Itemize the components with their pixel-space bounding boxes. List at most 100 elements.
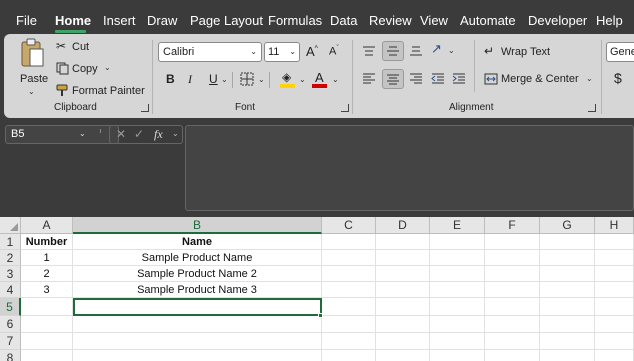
grid-cell[interactable]: [540, 333, 595, 350]
grid-cell[interactable]: [595, 298, 634, 316]
row-header-3[interactable]: 3: [0, 266, 21, 282]
grid-cell[interactable]: [430, 250, 485, 266]
grid-cell[interactable]: [485, 333, 540, 350]
alignment-launcher-icon[interactable]: [588, 104, 596, 112]
grid-cell[interactable]: [376, 266, 430, 282]
grid-cell[interactable]: [73, 350, 322, 361]
font-launcher-icon[interactable]: [341, 104, 349, 112]
grid-cell[interactable]: [540, 250, 595, 266]
grid-cell[interactable]: [73, 316, 322, 333]
cell-b2[interactable]: Sample Product Name: [73, 250, 322, 266]
formula-input[interactable]: [185, 125, 634, 211]
copy-button[interactable]: Copy ⌄: [56, 61, 116, 77]
worksheet-grid[interactable]: A B C D E F G H 1 2 3 4 5 6 7 8 Number N…: [0, 217, 634, 361]
tab-data[interactable]: Data: [330, 13, 357, 28]
column-header-a[interactable]: A: [21, 217, 73, 234]
align-top-icon[interactable]: [362, 45, 376, 57]
grid-cell[interactable]: [21, 350, 73, 361]
format-painter-button[interactable]: Format Painter: [56, 83, 146, 99]
grid-cell[interactable]: [376, 282, 430, 298]
grid-cell[interactable]: [595, 350, 634, 361]
grid-cell[interactable]: [540, 266, 595, 282]
font-name-select[interactable]: Calibri ⌄: [158, 42, 262, 62]
align-center-button[interactable]: [382, 69, 404, 89]
grid-cell[interactable]: [322, 298, 376, 316]
decrease-font-size-icon[interactable]: Aˇ: [329, 45, 339, 58]
paste-button[interactable]: Paste ⌄: [14, 38, 50, 96]
orientation-icon[interactable]: ↗: [431, 42, 442, 55]
tab-automate[interactable]: Automate: [460, 13, 516, 28]
grid-cell[interactable]: [430, 333, 485, 350]
grid-cell[interactable]: [322, 350, 376, 361]
grid-cell[interactable]: [322, 234, 376, 250]
grid-cell[interactable]: [376, 333, 430, 350]
number-format-select[interactable]: Gene: [606, 42, 634, 62]
grid-cell[interactable]: [376, 316, 430, 333]
increase-indent-icon[interactable]: [452, 73, 466, 85]
cell-b3[interactable]: Sample Product Name 2: [73, 266, 322, 282]
column-header-e[interactable]: E: [430, 217, 485, 234]
grid-cell[interactable]: [376, 234, 430, 250]
tab-page-layout[interactable]: Page Layout: [190, 13, 263, 28]
grid-cell[interactable]: [540, 298, 595, 316]
row-header-2[interactable]: 2: [0, 250, 21, 266]
grid-cell[interactable]: [21, 316, 73, 333]
wrap-text-button[interactable]: ↵ Wrap Text: [482, 45, 562, 61]
grid-cell[interactable]: [595, 282, 634, 298]
grid-cell[interactable]: [73, 333, 322, 350]
align-right-icon[interactable]: [409, 73, 423, 85]
grid-cell[interactable]: [540, 234, 595, 250]
cancel-icon[interactable]: ✕: [116, 127, 126, 141]
grid-cell[interactable]: [376, 250, 430, 266]
tab-formulas[interactable]: Formulas: [268, 13, 322, 28]
cell-a3[interactable]: 2: [21, 266, 73, 282]
grid-cell[interactable]: [485, 350, 540, 361]
fill-color-button[interactable]: ◈: [280, 71, 296, 89]
grid-cell[interactable]: [322, 282, 376, 298]
grid-cell[interactable]: [540, 282, 595, 298]
tab-help[interactable]: Help: [596, 13, 623, 28]
select-all-button[interactable]: [0, 217, 21, 234]
grid-cell[interactable]: [322, 316, 376, 333]
borders-icon[interactable]: [240, 72, 254, 86]
grid-cell[interactable]: [595, 333, 634, 350]
grid-cell[interactable]: [540, 350, 595, 361]
insert-function-button[interactable]: fx: [154, 127, 163, 142]
grid-cell[interactable]: [485, 266, 540, 282]
grid-cell[interactable]: [485, 298, 540, 316]
grid-cell[interactable]: [430, 266, 485, 282]
grid-cell[interactable]: [430, 282, 485, 298]
merge-center-button[interactable]: Merge & Center ⌄: [482, 72, 594, 88]
cut-button[interactable]: ✂ Cut: [56, 39, 106, 55]
cell-a1[interactable]: Number: [21, 234, 73, 250]
font-color-button[interactable]: A: [312, 71, 328, 89]
tab-insert[interactable]: Insert: [103, 13, 136, 28]
decrease-indent-icon[interactable]: [431, 73, 445, 85]
enter-icon[interactable]: ✓: [134, 127, 144, 141]
grid-cell[interactable]: [595, 234, 634, 250]
row-header-6[interactable]: 6: [0, 316, 21, 333]
selected-cell-b5[interactable]: [73, 298, 322, 316]
column-header-c[interactable]: C: [322, 217, 376, 234]
align-left-icon[interactable]: [362, 73, 376, 85]
bold-button[interactable]: B: [166, 73, 175, 85]
grid-cell[interactable]: [485, 234, 540, 250]
align-bottom-icon[interactable]: [409, 45, 423, 57]
cell-b4[interactable]: Sample Product Name 3: [73, 282, 322, 298]
grid-cell[interactable]: [376, 298, 430, 316]
grid-cell[interactable]: [595, 316, 634, 333]
font-size-select[interactable]: 11 ⌄: [264, 42, 300, 62]
increase-font-size-icon[interactable]: A^: [306, 45, 318, 58]
grid-cell[interactable]: [322, 333, 376, 350]
cell-a2[interactable]: 1: [21, 250, 73, 266]
grid-cell[interactable]: [485, 282, 540, 298]
grid-cell[interactable]: [485, 316, 540, 333]
grid-cell[interactable]: [21, 333, 73, 350]
clipboard-launcher-icon[interactable]: [141, 104, 149, 112]
tab-view[interactable]: View: [420, 13, 448, 28]
column-header-b[interactable]: B: [73, 217, 322, 234]
tab-review[interactable]: Review: [369, 13, 412, 28]
grid-cell[interactable]: [485, 250, 540, 266]
column-header-f[interactable]: F: [485, 217, 540, 234]
column-header-h[interactable]: H: [595, 217, 634, 234]
